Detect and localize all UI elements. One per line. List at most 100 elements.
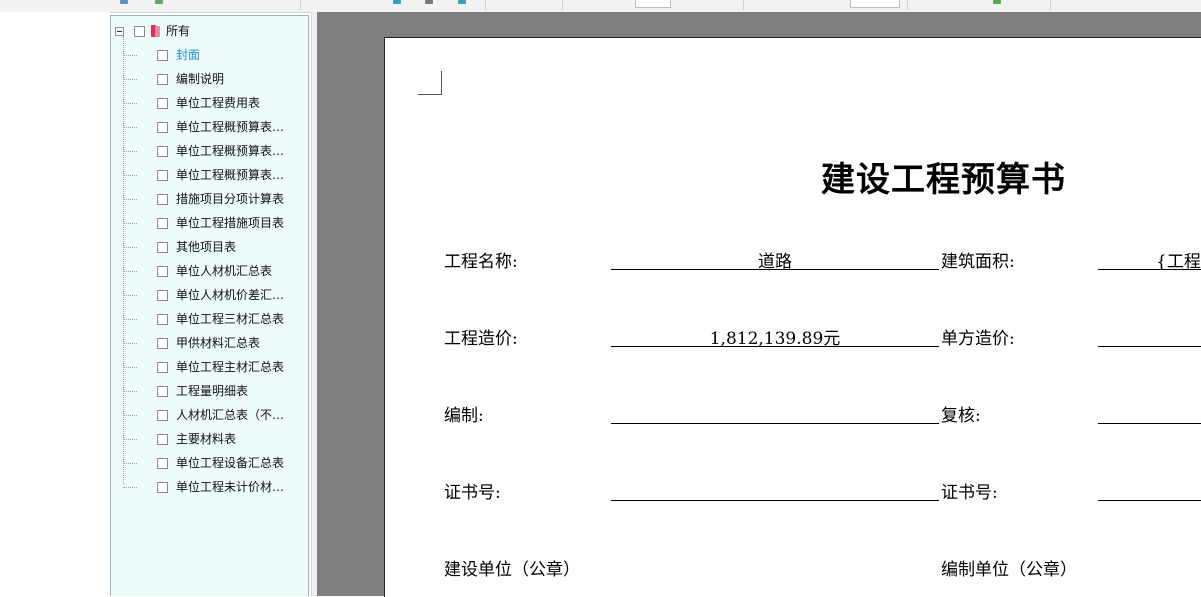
compiler-label: 编制: [444,406,484,426]
tree-item[interactable]: 其他项目表 [157,238,236,256]
toolbar-icon-2[interactable] [155,0,163,4]
tree-item-checkbox[interactable] [157,241,168,253]
tree-item[interactable]: 编制说明 [157,70,224,88]
cert-number-label-right: 证书号: [941,483,998,503]
tree-item-checkbox[interactable] [157,361,168,373]
tree-item-checkbox[interactable] [157,193,168,205]
tree-item-checkbox[interactable] [157,49,168,61]
toolbar-separator [1050,0,1051,10]
tree-connector [123,487,137,488]
tree-item-label: 单位工程措施项目表 [176,216,285,230]
tree-connector [123,271,137,272]
tree-item-checkbox[interactable] [157,169,168,181]
tree-item[interactable]: 单位工程措施项目表 [157,214,284,232]
tree-connector [123,199,137,200]
tree-item-checkbox[interactable] [157,97,168,109]
tree-item-label: 单位工程三材汇总表 [176,312,285,326]
tree-connector [123,439,137,440]
tree-connector [123,247,137,248]
tree-connector [123,127,137,128]
building-area-underline [1098,269,1201,270]
toolbar-separator [485,0,486,10]
zoom-field[interactable] [850,0,900,8]
tree-item-checkbox[interactable] [157,457,168,469]
tree-item-checkbox[interactable] [157,289,168,301]
tree-item-checkbox[interactable] [157,433,168,445]
tree-connector [123,55,137,56]
tree-item[interactable]: 单位工程设备汇总表 [157,454,284,472]
tree-item[interactable]: 单位人材机汇总表 [157,262,272,280]
document-title: 建设工程预算书 [821,160,1066,200]
tree-root-label: 所有 [166,24,191,38]
page-number-field[interactable] [635,0,671,8]
left-blank-area [0,12,110,596]
toolbar-icon-3[interactable] [393,0,401,4]
tree-item-label: 编制说明 [176,72,225,86]
reviewer-underline [1098,423,1201,424]
tree-item-label: 其他项目表 [176,240,237,254]
cert-number-underline-left [611,500,939,501]
tree-connector [123,463,137,464]
project-cost-label: 工程造价: [444,329,518,349]
tree-connector [123,79,137,80]
tree-item[interactable]: 单位工程主材汇总表 [157,358,284,376]
tree-item-label: 措施项目分项计算表 [176,192,285,206]
collapse-icon[interactable] [115,26,124,36]
toolbar-icon-6[interactable] [993,0,1001,4]
construction-unit-label: 建设单位（公章） [444,560,580,580]
reviewer-label: 复核: [941,406,981,426]
tree-root[interactable]: 所有 [115,22,190,40]
unit-cost-underline [1098,346,1201,347]
toolbar-icon-4[interactable] [425,0,433,4]
tree-item[interactable]: 主要材料表 [157,430,236,448]
project-name-label: 工程名称: [444,252,518,272]
tree-item-label: 主要材料表 [176,432,237,446]
page-corner-mark [418,71,442,95]
project-cost-underline [611,346,939,347]
tree-connector [123,319,137,320]
tree-item[interactable]: 单位工程概预算表… [157,142,284,160]
tree-item-label: 封面 [176,48,201,62]
compiler-underline [611,423,939,424]
tree-item-checkbox[interactable] [157,217,168,229]
tree-item[interactable]: 单位工程概预算表… [157,118,284,136]
tree-connector [123,103,137,104]
tree-connector [123,295,137,296]
document-page: 建设工程预算书 工程名称: 道路 建筑面积: {工程 工程造价: 1,812,1… [384,37,1201,597]
tree-item[interactable]: 封面 [157,46,200,64]
tree-item[interactable]: 单位工程未计价材… [157,478,284,496]
tree-item-checkbox[interactable] [157,73,168,85]
toolbar-separator [743,0,744,10]
root-checkbox[interactable] [134,25,145,37]
tree-item-label: 单位工程费用表 [176,96,261,110]
tree-item-checkbox[interactable] [157,313,168,325]
tree-connector [123,367,137,368]
tree-connector [123,391,137,392]
tree-item-label: 单位工程设备汇总表 [176,456,285,470]
tree-item-checkbox[interactable] [157,145,168,157]
tree-item[interactable]: 人材机汇总表（不… [157,406,284,424]
toolbar-icon-1[interactable] [120,0,128,4]
tree-item-label: 单位人材机汇总表 [176,264,273,278]
tree-item-checkbox[interactable] [157,409,168,421]
tree-item[interactable]: 甲供材料汇总表 [157,334,260,352]
cert-number-label-left: 证书号: [444,483,501,503]
tree-item[interactable]: 工程量明细表 [157,382,248,400]
tree-item-checkbox[interactable] [157,265,168,277]
tree-item-checkbox[interactable] [157,337,168,349]
cert-number-underline-right [1098,500,1201,501]
tree-item-checkbox[interactable] [157,385,168,397]
tree-item-label: 工程量明细表 [176,384,249,398]
tree-item-label: 人材机汇总表（不… [176,408,285,422]
toolbar-icon-5[interactable] [458,0,466,4]
tree-item-checkbox[interactable] [157,481,168,493]
tree-item[interactable]: 单位人材机价差汇… [157,286,284,304]
tree-item[interactable]: 单位工程概预算表… [157,166,284,184]
tree-item[interactable]: 措施项目分项计算表 [157,190,284,208]
tree-connector [123,343,137,344]
tree-item-label: 单位工程概预算表… [176,168,285,182]
tree-item-checkbox[interactable] [157,121,168,133]
tree-item-label: 单位工程未计价材… [176,480,285,494]
tree-item[interactable]: 单位工程三材汇总表 [157,310,284,328]
tree-item[interactable]: 单位工程费用表 [157,94,260,112]
